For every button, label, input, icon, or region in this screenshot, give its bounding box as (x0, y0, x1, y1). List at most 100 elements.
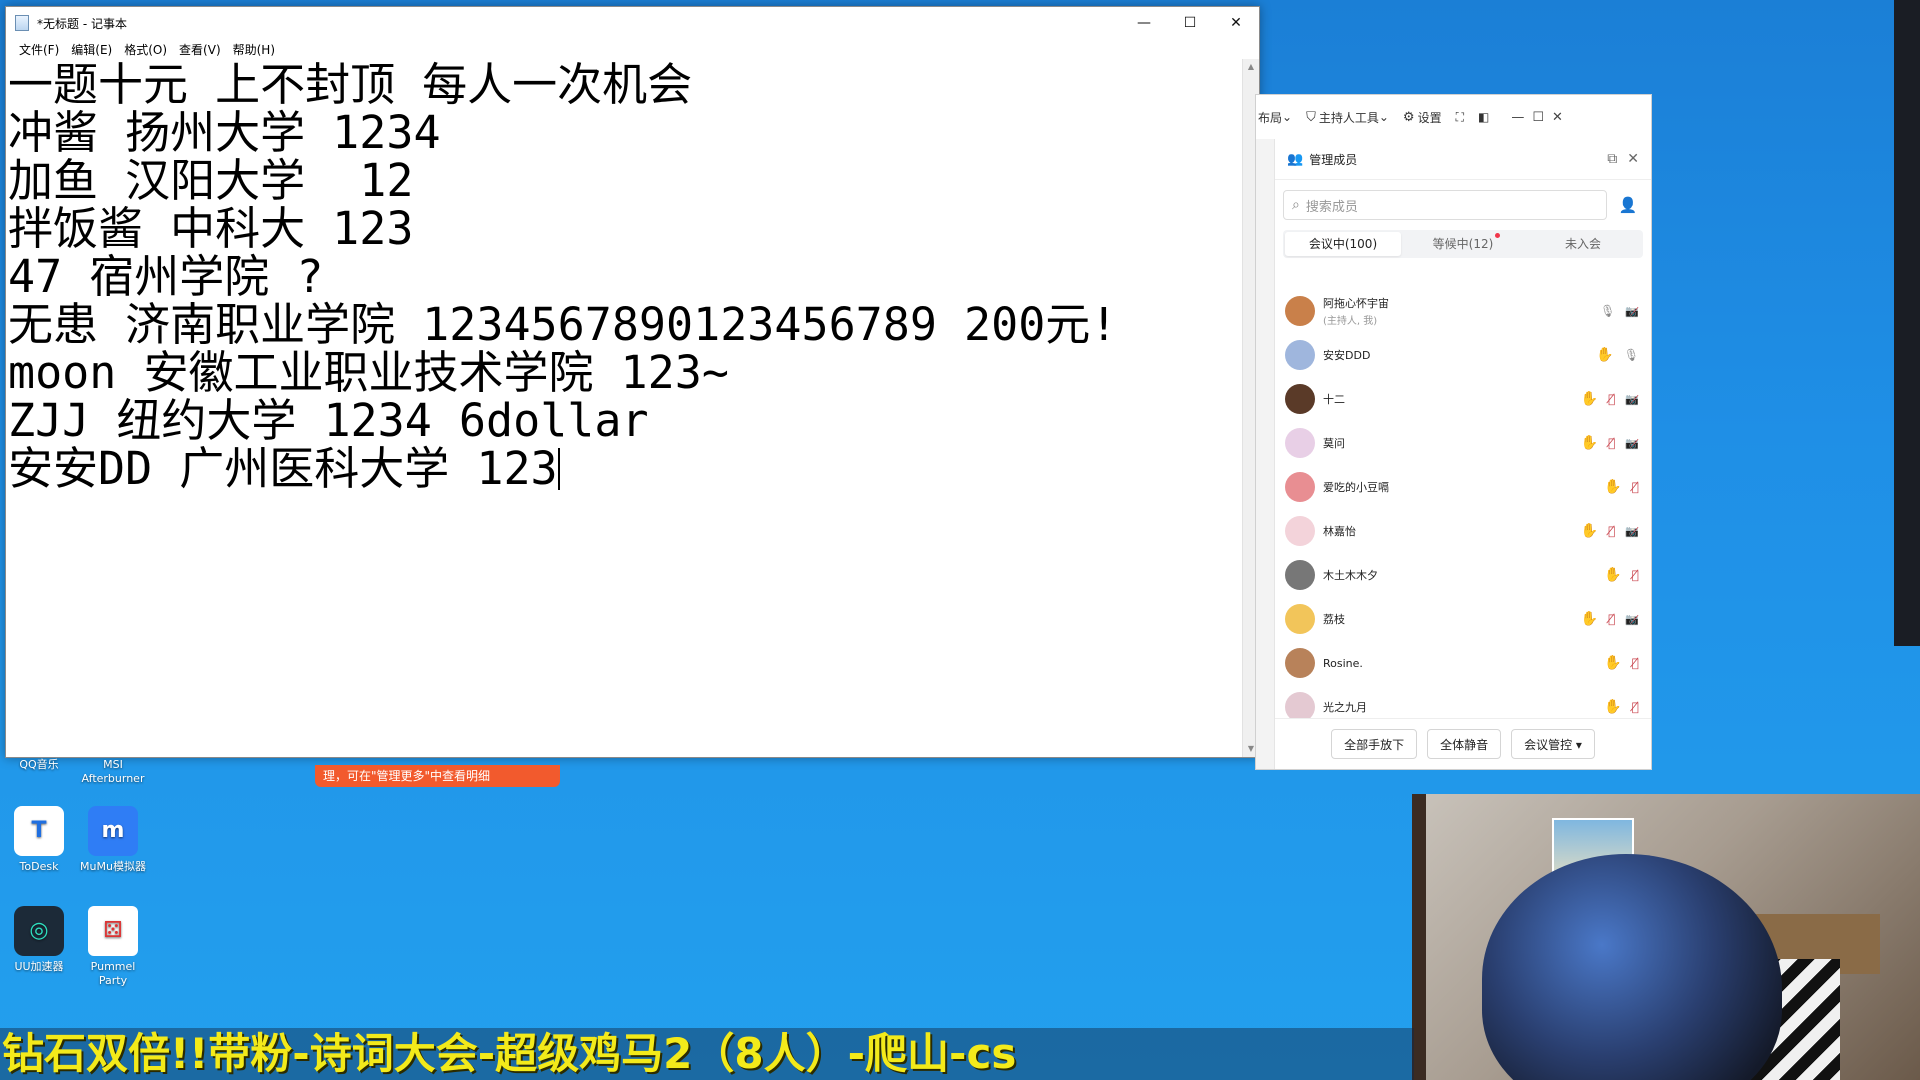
popout-icon[interactable]: ⧉ (1607, 151, 1617, 167)
desktop-icon-pummel-party[interactable]: ⚄ Pummel Party (76, 906, 150, 988)
member-list: 阿拖心怀宇宙 (主持人, 我) 🎙 📷̸ 安安DDD ✋ 🎙 十二 ✋ 🎙̸ 📷̸ 莫问 ✋ 🎙̸ 📷̸ 爱吃… (1275, 289, 1651, 719)
member-row[interactable]: Rosine. ✋ 🎙̸ (1275, 641, 1651, 685)
member-management-panel: 👥 管理成员 ⧉ ✕ ⌕ 搜索成员 👤 会议中(100) 等候中(12) 未入会… (1275, 139, 1651, 769)
lower-all-hands-button[interactable]: 全部手放下 (1331, 729, 1418, 759)
member-name: 莫问 (1323, 437, 1345, 450)
add-member-icon[interactable]: 👤 (1613, 190, 1643, 220)
menu-bar: 文件(F) 编辑(E) 格式(O) 查看(V) 帮助(H) (6, 39, 1259, 59)
mic-muted-icon[interactable]: 🎙̸ (1608, 436, 1615, 450)
minimize-button[interactable]: — (1121, 7, 1167, 39)
webcam-curtain (1412, 794, 1426, 1080)
menu-help[interactable]: 帮助(H) (227, 41, 281, 58)
tab-waiting[interactable]: 等候中(12) (1405, 232, 1521, 256)
desktop-icon-mumu[interactable]: m MuMu模拟器 (76, 806, 150, 874)
desktop-icon-msi-afterburner[interactable]: MSI Afterburner (76, 758, 150, 786)
member-row[interactable]: 木土木木夕 ✋ 🎙̸ (1275, 553, 1651, 597)
close-button[interactable]: ✕ (1213, 7, 1259, 39)
raised-hand-icon[interactable]: ✋ (1581, 523, 1598, 539)
host-tools-label: 主持人工具 (1318, 110, 1379, 125)
menu-edit[interactable]: 编辑(E) (65, 41, 118, 58)
notepad-app-icon (15, 15, 29, 31)
settings-label: 设置 (1417, 110, 1442, 125)
text-editor[interactable]: 一题十元 上不封顶 每人一次机会 冲酱 扬州大学 1234 加鱼 汉阳大学 12… (6, 59, 1243, 757)
scroll-up-icon[interactable]: ▲ (1243, 59, 1259, 75)
mic-muted-icon[interactable]: 🎙̸ (1632, 568, 1639, 582)
notepad-window[interactable]: *无标题 - 记事本 — ☐ ✕ 文件(F) 编辑(E) 格式(O) 查看(V)… (5, 6, 1260, 758)
desktop-icon-todesk[interactable]: T ToDesk (2, 806, 76, 874)
close-panel-icon[interactable]: ✕ (1627, 151, 1639, 167)
desktop-icon-qqmusic[interactable]: QQ音乐 (2, 758, 76, 772)
text-line: 47 宿州学院 ? (8, 250, 324, 303)
panel-title: 管理成员 (1309, 152, 1358, 167)
raised-hand-icon[interactable]: ✋ (1581, 435, 1598, 451)
camera-off-icon[interactable]: 📷̸ (1625, 305, 1639, 318)
avatar (1285, 472, 1315, 502)
camera-off-icon[interactable]: 📷̸ (1625, 437, 1639, 450)
mic-icon[interactable]: 🎙 (1624, 348, 1639, 362)
menu-file[interactable]: 文件(F) (13, 41, 65, 58)
member-row[interactable]: 光之九月 ✋ 🎙̸ (1275, 685, 1651, 719)
member-row[interactable]: 阿拖心怀宇宙 (主持人, 我) 🎙 📷̸ (1275, 289, 1651, 333)
notepad-titlebar[interactable]: *无标题 - 记事本 — ☐ ✕ (6, 7, 1259, 39)
mic-muted-icon[interactable]: 🎙̸ (1608, 524, 1615, 538)
meeting-toolbar: 布局 ⌄ ⛉ 主持人工具 ⌄ ⚙ 设置 ⛶ ◧ — ☐ ✕ (1256, 95, 1651, 140)
avatar (1285, 384, 1315, 414)
shield-icon: ⛉ (1306, 109, 1316, 125)
camera-off-icon[interactable]: 📷̸ (1625, 613, 1639, 626)
camera-off-icon[interactable]: 📷̸ (1625, 525, 1639, 538)
member-name: 荔枝 (1323, 613, 1345, 626)
text-line-content: 安安DD 广州医科大学 123 (8, 442, 558, 495)
avatar (1285, 604, 1315, 634)
raised-hand-icon[interactable]: ✋ (1581, 391, 1598, 407)
tab-in-meeting[interactable]: 会议中(100) (1285, 232, 1401, 256)
maximize-icon[interactable]: ☐ (1532, 110, 1544, 125)
member-row[interactable]: 林嘉怡 ✋ 🎙̸ 📷̸ (1275, 509, 1651, 553)
minimize-icon[interactable]: — (1511, 110, 1524, 125)
raised-hand-icon[interactable]: ✋ (1604, 567, 1621, 583)
raised-hand-icon[interactable]: ✋ (1604, 479, 1621, 495)
close-icon[interactable]: ✕ (1552, 110, 1563, 125)
desktop-icon-uu[interactable]: ◎ UU加速器 (2, 906, 76, 974)
member-row[interactable]: 荔枝 ✋ 🎙̸ 📷̸ (1275, 597, 1651, 641)
mic-muted-icon[interactable]: 🎙̸ (1632, 480, 1639, 494)
search-input[interactable]: ⌕ 搜索成员 (1283, 190, 1607, 220)
mute-all-button[interactable]: 全体静音 (1427, 729, 1502, 759)
raised-hand-icon[interactable]: ✋ (1596, 347, 1613, 363)
mic-icon[interactable]: 🎙 (1600, 304, 1615, 318)
sidebar-toggle-icon[interactable]: ◧ (1478, 110, 1489, 124)
member-row[interactable]: 爱吃的小豆嗝 ✋ 🎙̸ (1275, 465, 1651, 509)
meeting-control-button[interactable]: 会议管控 ▾ (1511, 729, 1595, 759)
member-row[interactable]: 十二 ✋ 🎙̸ 📷̸ (1275, 377, 1651, 421)
member-name: 爱吃的小豆嗝 (1323, 481, 1389, 494)
host-tools-button[interactable]: ⛉ 主持人工具 ⌄ (1306, 109, 1389, 126)
member-row[interactable]: 安安DDD ✋ 🎙 (1275, 333, 1651, 377)
member-name: 林嘉怡 (1323, 525, 1356, 538)
menu-view[interactable]: 查看(V) (173, 41, 227, 58)
tab-not-joined[interactable]: 未入会 (1525, 232, 1641, 256)
background-window-edge (1894, 0, 1920, 646)
stream-title-banner: 钻石双倍!!带粉-诗词大会-超级鸡马2（8人）-爬山-cs (0, 1028, 1414, 1080)
text-line: ZJJ 纽约大学 1234 6dollar (8, 394, 649, 447)
raised-hand-icon[interactable]: ✋ (1581, 611, 1598, 627)
menu-format[interactable]: 格式(O) (118, 41, 173, 58)
mic-muted-icon[interactable]: 🎙̸ (1632, 656, 1639, 670)
raised-hand-icon[interactable]: ✋ (1604, 655, 1621, 671)
raised-hand-icon[interactable]: ✋ (1604, 699, 1621, 715)
mic-muted-icon[interactable]: 🎙̸ (1632, 700, 1639, 714)
meeting-window[interactable]: 布局 ⌄ ⛉ 主持人工具 ⌄ ⚙ 设置 ⛶ ◧ — ☐ ✕ 👥 管理成员 ⧉ ✕ ⌕ 搜… (1255, 94, 1652, 770)
layout-button[interactable]: 布局 ⌄ (1258, 109, 1292, 126)
settings-button[interactable]: ⚙ 设置 (1403, 109, 1442, 126)
panel-header: 👥 管理成员 ⧉ ✕ (1275, 139, 1651, 180)
mic-muted-icon[interactable]: 🎙̸ (1608, 612, 1615, 626)
mic-muted-icon[interactable]: 🎙̸ (1608, 392, 1615, 406)
camera-off-icon[interactable]: 📷̸ (1625, 393, 1639, 406)
fullscreen-icon[interactable]: ⛶ (1456, 110, 1464, 125)
maximize-button[interactable]: ☐ (1167, 7, 1213, 39)
gear-icon: ⚙ (1402, 109, 1415, 125)
desktop-icon-label: MuMu模拟器 (80, 860, 146, 873)
member-name: 安安DDD (1323, 349, 1371, 362)
window-title: *无标题 - 记事本 (37, 16, 127, 31)
member-row[interactable]: 莫问 ✋ 🎙̸ 📷̸ (1275, 421, 1651, 465)
desktop-icon-label: MSI Afterburner (81, 758, 145, 785)
member-name: Rosine. (1323, 656, 1363, 670)
